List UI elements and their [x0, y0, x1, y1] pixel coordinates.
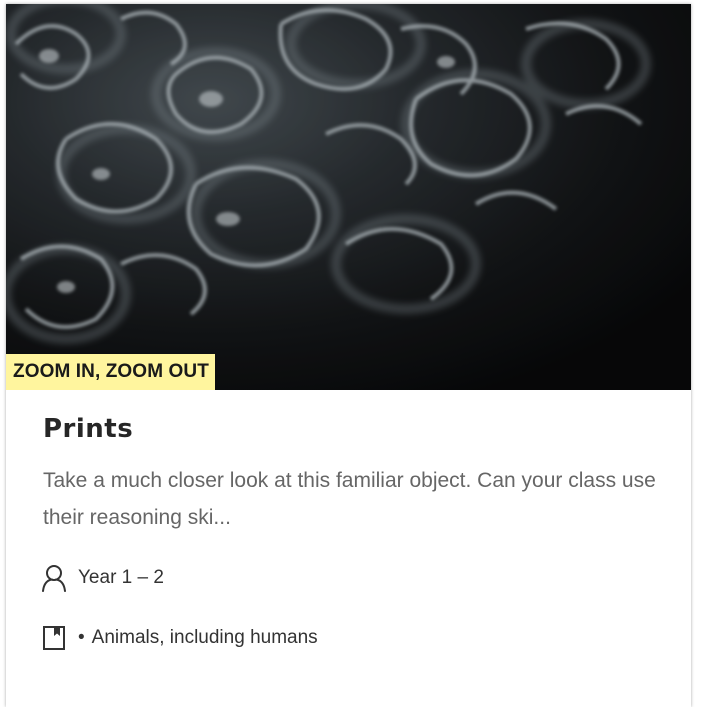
- subject-bullet: •: [78, 627, 85, 648]
- card-title[interactable]: Prints: [43, 414, 133, 444]
- year-group-label: Year 1 – 2: [78, 567, 164, 588]
- person-icon: [41, 564, 67, 592]
- subject-label: Animals, including humans: [91, 627, 318, 648]
- resource-card[interactable]: ZOOM IN, ZOOM OUT Prints Take a much clo…: [6, 4, 691, 707]
- book-icon: [41, 624, 67, 652]
- category-tag: ZOOM IN, ZOOM OUT: [6, 354, 215, 390]
- subject-row: • Animals, including humans: [41, 624, 318, 652]
- card-description: Take a much closer look at this familiar…: [43, 469, 656, 529]
- fingerprint-closeup-photo: [6, 4, 691, 390]
- card-image[interactable]: ZOOM IN, ZOOM OUT: [6, 4, 691, 390]
- year-group-row: Year 1 – 2: [41, 564, 164, 592]
